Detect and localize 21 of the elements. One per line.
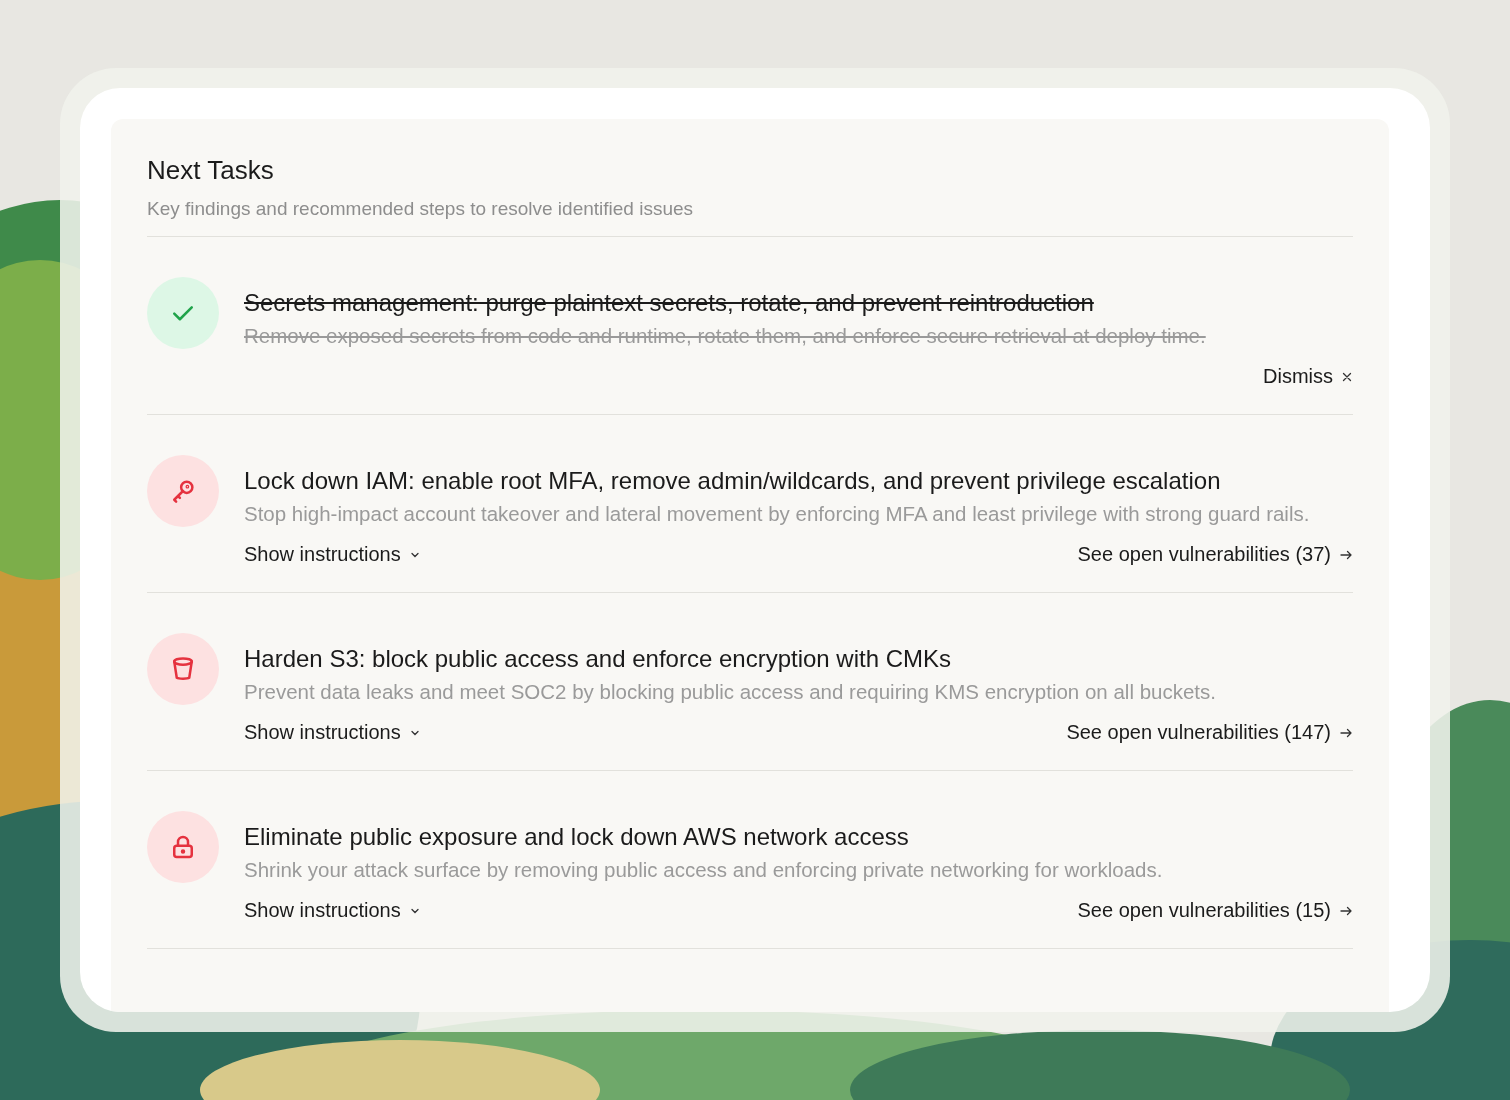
task-description: Shrink your attack surface by removing public access and enforcing private networking for workloads. (244, 857, 1164, 883)
task-title: Harden S3: block public access and enforce encryption with CMKs (244, 645, 952, 673)
panel-subtitle: Key findings and recommended steps to resolve identified issues (147, 198, 695, 220)
arrow-right-icon (1339, 726, 1353, 739)
open-vulnerabilities-link[interactable]: See open vulnerabilities (37) (1077, 543, 1353, 566)
open-vulnerabilities-link[interactable]: See open vulnerabilities (15) (1077, 899, 1353, 922)
task-title: Eliminate public exposure and lock down AWS network access (244, 823, 910, 851)
arrow-right-icon (1339, 548, 1353, 561)
task-description: Stop high-impact account takeover and lateral movement by enforcing MFA and least privilege with strong guard rails. (244, 501, 1311, 527)
arrow-right-icon (1339, 904, 1353, 917)
show-instructions-button[interactable]: Show instructions (244, 543, 421, 566)
task-title: Secrets management: purge plaintext secrets, rotate, and prevent reintroduction (244, 289, 1095, 317)
task-title: Lock down IAM: enable root MFA, remove admin/wildcards, and prevent privilege escalation (244, 467, 1222, 495)
show-instructions-button[interactable]: Show instructions (244, 721, 421, 744)
task-description: Prevent data leaks and meet SOC2 by blocking public access and requiring KMS encryption on all buckets. (244, 679, 1217, 705)
panel-title: Next Tasks (147, 155, 275, 186)
task-description: Remove exposed secrets from code and runtime, rotate them, and enforce secure retrieval at deploy time. (244, 323, 1207, 349)
close-icon (1341, 370, 1353, 383)
open-vulnerabilities-link[interactable]: See open vulnerabilities (147) (1066, 721, 1353, 744)
show-instructions-button[interactable]: Show instructions (244, 899, 421, 922)
dismiss-button[interactable]: Dismiss (1263, 365, 1353, 388)
